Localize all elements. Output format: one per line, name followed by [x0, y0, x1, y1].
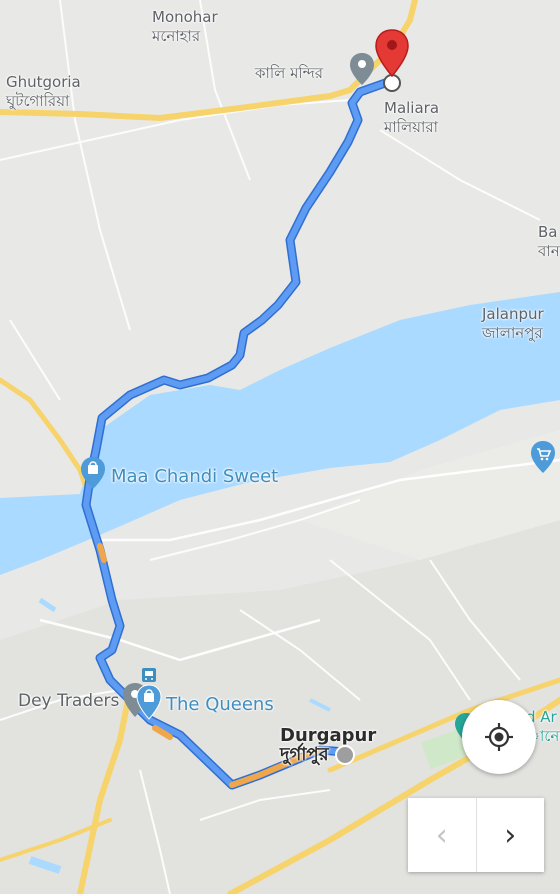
label-bn: ঘুটগোরিয়া: [6, 92, 70, 110]
shopping-cart-icon[interactable]: [530, 440, 556, 474]
label-en: Maa Chandi Sweet: [111, 466, 279, 487]
label-en: Maliara: [384, 99, 440, 117]
step-navigation: ‹ ›: [408, 798, 544, 872]
label-bn: মালিয়ারা: [384, 118, 438, 136]
label-en: Ba: [538, 223, 558, 241]
place-label-monohar: Monohar মনোহার: [152, 8, 218, 46]
poi-label-the-queens[interactable]: The Queens: [166, 695, 274, 714]
label-en: Ghutgoria: [6, 73, 81, 91]
place-label-kali-mandir[interactable]: কালি মন্দির: [255, 64, 323, 83]
label-bn: জালানপুর: [482, 324, 543, 342]
poi-label-dey-traders[interactable]: Dey Traders: [18, 692, 119, 711]
shopping-bag-icon[interactable]: [136, 684, 162, 720]
label-bn: মনোহার: [152, 27, 201, 45]
place-label-maliara: Maliara মালিয়ারা: [384, 99, 439, 137]
previous-step-button[interactable]: ‹: [408, 798, 477, 872]
chevron-left-icon: ‹: [435, 817, 448, 853]
label-en: Monohar: [152, 8, 218, 26]
label-bn: দুর্গাপুর: [280, 744, 329, 765]
label-bn: কালি মন্দির: [255, 64, 323, 82]
place-label-ba: Ba বান: [538, 223, 560, 261]
label-en: Durgapur: [280, 725, 377, 746]
label-en: The Queens: [166, 694, 274, 715]
my-location-button[interactable]: [462, 700, 536, 774]
place-label-jalanpur: Jalanpur জালানপুর: [482, 305, 544, 343]
label-en: Dey Traders: [18, 691, 120, 711]
chevron-right-icon: ›: [504, 817, 517, 853]
place-label-ghutgoria: Ghutgoria ঘুটগোরিয়া: [6, 73, 81, 111]
label-en: Jalanpur: [482, 305, 544, 323]
city-label-durgapur: Durgapur দুর্গাপুর: [280, 726, 376, 764]
shopping-bag-icon[interactable]: [80, 456, 106, 490]
poi-label-maa-chandi-sweet[interactable]: Maa Chandi Sweet: [111, 467, 278, 486]
map-view[interactable]: Monohar মনোহার Ghutgoria ঘুটগোরিয়া কালি…: [0, 0, 560, 894]
crosshair-gps-icon: [485, 723, 513, 751]
destination-pin-icon[interactable]: [374, 28, 410, 78]
next-step-button[interactable]: ›: [477, 798, 545, 872]
place-pin-icon[interactable]: [349, 52, 375, 86]
label-bn: বান: [538, 242, 560, 260]
bus-stop-icon[interactable]: [141, 667, 157, 683]
